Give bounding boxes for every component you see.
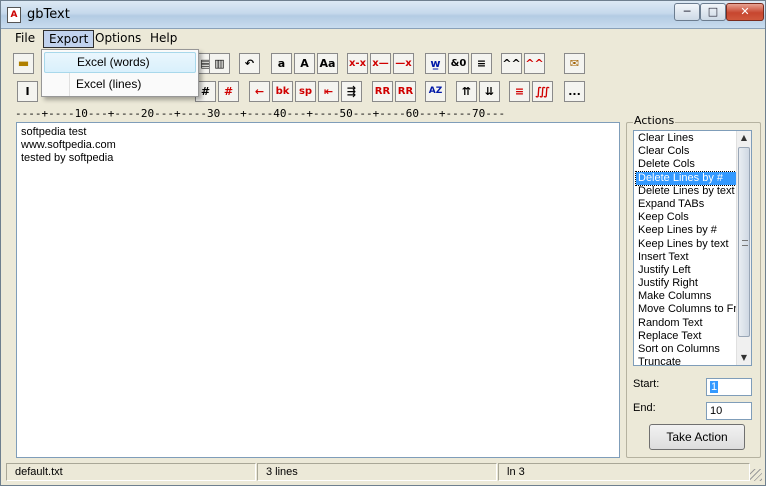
replace-all-button[interactable]: RR xyxy=(395,81,416,102)
menu-export[interactable]: Export xyxy=(43,30,95,48)
columns-icon[interactable]: ∭ xyxy=(532,81,553,102)
lowercase-button[interactable]: a xyxy=(271,53,292,74)
strike-lines-icon[interactable]: ≡ xyxy=(509,81,530,102)
action-item-selected[interactable]: Delete Lines by # xyxy=(635,170,737,186)
action-item[interactable]: Random Text xyxy=(636,317,736,330)
menu-bar: File Export Options Help xyxy=(2,29,764,49)
status-bar: default.txt 3 lines ln 3 xyxy=(2,461,764,483)
return-arrow-icon[interactable]: ← xyxy=(249,81,270,102)
remove-before-button[interactable]: —x xyxy=(393,53,414,74)
move-top-icon[interactable]: ⇈ xyxy=(456,81,477,102)
start-field[interactable]: 1 xyxy=(706,378,752,396)
remove-after-button[interactable]: x— xyxy=(370,53,391,74)
justify-lines-icon[interactable]: ≡ xyxy=(471,53,492,74)
action-item[interactable]: Keep Lines by text xyxy=(636,238,736,251)
ampersand-zero-button[interactable]: &0 xyxy=(448,53,469,74)
editor-line: softpedia test xyxy=(21,126,87,138)
minimize-button[interactable]: ─ xyxy=(674,3,700,21)
more-button[interactable]: ... xyxy=(564,81,585,102)
start-value: 1 xyxy=(710,381,719,393)
action-item[interactable]: Clear Cols xyxy=(636,145,736,158)
app-window: A gbText ─ □ ✕ File Export Options Help … xyxy=(0,0,766,486)
export-dropdown: Excel (words) Excel (lines) xyxy=(41,49,199,97)
undo-icon[interactable]: ↶ xyxy=(239,53,260,74)
action-item[interactable]: Sort on Columns xyxy=(636,343,736,356)
number-lines-red-button[interactable]: # xyxy=(218,81,239,102)
paste-icon[interactable]: ▥ xyxy=(209,53,230,74)
title-bar[interactable]: A gbText ─ □ ✕ xyxy=(1,1,765,29)
caret-up-button[interactable]: ^^ xyxy=(501,53,522,74)
caret-up-red-button[interactable]: ^^ xyxy=(524,53,545,74)
status-line-number: ln 3 xyxy=(498,463,750,481)
actions-scrollbar[interactable]: ▲ ▼ xyxy=(736,131,751,365)
scroll-down-icon[interactable]: ▼ xyxy=(737,351,751,365)
actions-label: Actions xyxy=(633,114,676,127)
action-item[interactable]: Delete Lines by text xyxy=(636,185,736,198)
open-folder-icon[interactable]: ▬ xyxy=(13,53,34,74)
export-excel-lines[interactable]: Excel (lines) xyxy=(44,74,196,95)
cursor-button[interactable]: I xyxy=(17,81,38,102)
action-item[interactable]: Expand TABs xyxy=(636,198,736,211)
window-title: gbText xyxy=(27,7,70,22)
action-item[interactable]: Truncate xyxy=(636,356,736,365)
scroll-up-icon[interactable]: ▲ xyxy=(737,131,751,145)
editor-line: www.softpedia.com xyxy=(21,139,116,151)
text-editor[interactable]: softpedia test www.softpedia.com tested … xyxy=(16,122,620,458)
action-item[interactable]: Insert Text xyxy=(636,251,736,264)
take-action-button[interactable]: Take Action xyxy=(649,424,745,450)
word-wrap-button[interactable]: w̲ xyxy=(425,53,446,74)
sort-az-icon[interactable]: AZ xyxy=(425,81,446,102)
backspace-button[interactable]: bk xyxy=(272,81,293,102)
status-filename: default.txt xyxy=(6,463,256,481)
titlecase-button[interactable]: Aa xyxy=(317,53,338,74)
export-excel-words[interactable]: Excel (words) xyxy=(44,52,196,73)
envelope-icon[interactable]: ✉ xyxy=(564,53,585,74)
replace-button[interactable]: RR xyxy=(372,81,393,102)
menu-file[interactable]: File xyxy=(10,30,40,48)
action-item[interactable]: Clear Lines xyxy=(636,132,736,145)
start-label: Start: xyxy=(633,378,660,390)
end-label: End: xyxy=(633,402,656,414)
remove-between-button[interactable]: x-x xyxy=(347,53,368,74)
status-line-count: 3 lines xyxy=(257,463,497,481)
expand-icon[interactable]: ⇶ xyxy=(341,81,362,102)
editor-line: tested by softpedia xyxy=(21,152,114,164)
action-item[interactable]: Replace Text xyxy=(636,330,736,343)
space-button[interactable]: sp xyxy=(295,81,316,102)
maximize-button[interactable]: □ xyxy=(700,3,726,21)
scroll-thumb[interactable] xyxy=(738,147,750,337)
app-icon: A xyxy=(7,7,21,23)
tab-left-icon[interactable]: ⇤ xyxy=(318,81,339,102)
action-item[interactable]: Keep Cols xyxy=(636,211,736,224)
uppercase-button[interactable]: A xyxy=(294,53,315,74)
action-item[interactable]: Make Columns xyxy=(636,290,736,303)
menu-options[interactable]: Options xyxy=(90,30,146,48)
action-item[interactable]: Move Columns to Front xyxy=(636,303,751,316)
actions-listbox[interactable]: Clear Lines Clear Cols Delete Cols Delet… xyxy=(633,130,752,366)
action-item[interactable]: Justify Left xyxy=(636,264,736,277)
menu-help[interactable]: Help xyxy=(145,30,182,48)
resize-grip[interactable] xyxy=(750,469,762,481)
action-item[interactable]: Delete Cols xyxy=(636,158,736,171)
end-field[interactable]: 10 xyxy=(706,402,752,420)
action-item[interactable]: Keep Lines by # xyxy=(636,224,736,237)
column-ruler: ----+----10---+----20---+----30---+----4… xyxy=(15,107,506,120)
action-item[interactable]: Justify Right xyxy=(636,277,736,290)
move-bottom-icon[interactable]: ⇊ xyxy=(479,81,500,102)
close-button[interactable]: ✕ xyxy=(726,3,764,21)
